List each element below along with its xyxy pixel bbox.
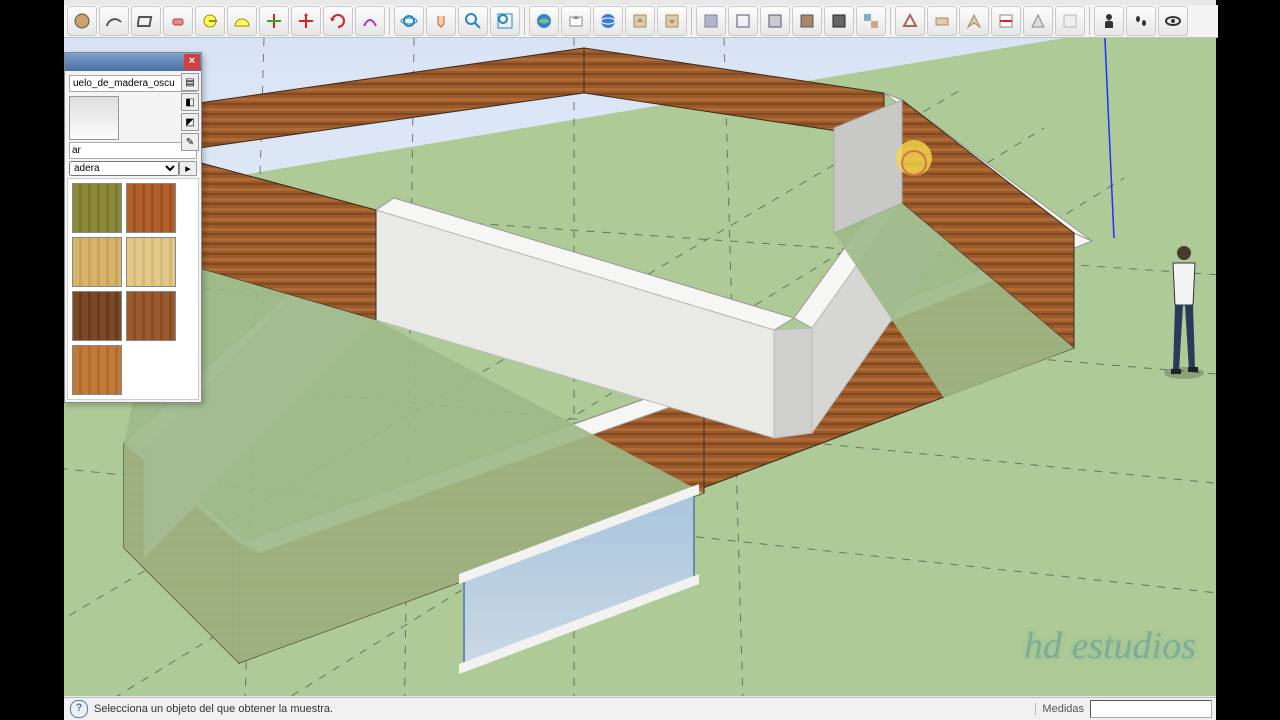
shaded-icon	[766, 12, 784, 30]
export-icon	[663, 12, 681, 30]
shaded-textures-icon	[798, 12, 816, 30]
eye-button[interactable]	[1158, 6, 1188, 36]
axes-icon	[265, 12, 283, 30]
arc-button[interactable]	[99, 6, 129, 36]
tape-icon	[201, 12, 219, 30]
monochrome-icon	[830, 12, 848, 30]
materials-panel[interactable]: × uelo_de_madera_oscu ▤ ◧ ◩ ✎ ar adera ▸	[64, 52, 202, 403]
fog-icon	[1061, 12, 1079, 30]
eye-icon	[1164, 12, 1182, 30]
rectangle-icon	[137, 12, 155, 30]
material-category-select[interactable]: adera	[69, 161, 179, 176]
hidden-line-button[interactable]	[728, 6, 758, 36]
shaded-button[interactable]	[760, 6, 790, 36]
swatch-wood-oak[interactable]	[72, 345, 122, 395]
panel-titlebar[interactable]: ×	[65, 53, 201, 71]
section-button[interactable]	[991, 6, 1021, 36]
shadows-button[interactable]	[1023, 6, 1053, 36]
rectangle-button[interactable]	[131, 6, 161, 36]
walk-icon	[965, 12, 983, 30]
zoom-icon	[464, 12, 482, 30]
walk-button[interactable]	[959, 6, 989, 36]
material-swatches	[67, 178, 199, 400]
zoom-extents-button[interactable]	[490, 6, 520, 36]
look-around-icon	[933, 12, 951, 30]
pan-button[interactable]	[426, 6, 456, 36]
look-around-button[interactable]	[927, 6, 957, 36]
zoom-button[interactable]	[458, 6, 488, 36]
swatch-wood-teak[interactable]	[126, 291, 176, 341]
follow-me-button[interactable]	[355, 6, 385, 36]
styles-button[interactable]	[856, 6, 886, 36]
swatch-wood-walnut[interactable]	[72, 291, 122, 341]
help-icon[interactable]: ?	[70, 700, 88, 718]
zoom-extents-icon	[496, 12, 514, 30]
monochrome-button[interactable]	[824, 6, 854, 36]
person-button[interactable]	[1094, 6, 1124, 36]
orbit-icon	[400, 12, 418, 30]
orbit-button[interactable]	[394, 6, 424, 36]
eraser-icon	[169, 12, 187, 30]
swatch-wood-pine[interactable]	[72, 237, 122, 287]
position-camera-button[interactable]	[895, 6, 925, 36]
export-button[interactable]	[657, 6, 687, 36]
protractor-icon	[233, 12, 251, 30]
share-icon	[567, 12, 585, 30]
get-models-icon	[535, 12, 553, 30]
pan-icon	[432, 12, 450, 30]
status-hint: Selecciona un objeto del que obtener la …	[94, 703, 1035, 715]
library-nav-button[interactable]: ▸	[179, 161, 197, 176]
panel-title-text	[69, 56, 72, 67]
styles-icon	[862, 12, 880, 30]
swatch-wood-cherry[interactable]	[126, 183, 176, 233]
google-earth-icon	[599, 12, 617, 30]
rotate-icon	[329, 12, 347, 30]
footprints-button[interactable]	[1126, 6, 1156, 36]
tape-button[interactable]	[195, 6, 225, 36]
swatch-wood-olive[interactable]	[72, 183, 122, 233]
shadows-icon	[1029, 12, 1047, 30]
rotate-button[interactable]	[323, 6, 353, 36]
xray-icon	[702, 12, 720, 30]
section-icon	[997, 12, 1015, 30]
eraser-button[interactable]	[163, 6, 193, 36]
hidden-line-icon	[734, 12, 752, 30]
close-icon[interactable]: ×	[184, 54, 200, 70]
follow-me-icon	[361, 12, 379, 30]
circle-button[interactable]	[67, 6, 97, 36]
material-preview	[69, 96, 119, 140]
measurements-label: Medidas	[1035, 703, 1090, 715]
get-models-button[interactable]	[529, 6, 559, 36]
current-material-name: uelo_de_madera_oscu	[69, 75, 197, 92]
import-icon	[631, 12, 649, 30]
viewport-3d[interactable]: hd estudios	[64, 38, 1216, 696]
fog-button[interactable]	[1055, 6, 1085, 36]
footprints-icon	[1132, 12, 1150, 30]
status-bar: ? Selecciona un objeto del que obtener l…	[64, 697, 1216, 720]
app-window: hd estudios × uelo_de_madera_oscu ▤ ◧ ◩ …	[64, 0, 1216, 720]
arc-icon	[105, 12, 123, 30]
paint-bucket-icon[interactable]: ◧	[181, 93, 199, 111]
create-material-button[interactable]: ▤	[181, 73, 199, 91]
xray-button[interactable]	[696, 6, 726, 36]
person-icon	[1100, 12, 1118, 30]
position-camera-icon	[901, 12, 919, 30]
shaded-textures-button[interactable]	[792, 6, 822, 36]
protractor-button[interactable]	[227, 6, 257, 36]
axes-button[interactable]	[259, 6, 289, 36]
google-earth-button[interactable]	[593, 6, 623, 36]
measurements-input[interactable]	[1090, 700, 1212, 718]
main-toolbar	[64, 5, 1218, 38]
eyedropper-icon[interactable]: ✎	[181, 133, 199, 151]
scene-svg	[64, 38, 1216, 696]
swatch-wood-light[interactable]	[126, 237, 176, 287]
tab-select[interactable]: ar	[69, 142, 197, 159]
share-button[interactable]	[561, 6, 591, 36]
default-material-button[interactable]: ◩	[181, 113, 199, 131]
move-button[interactable]	[291, 6, 321, 36]
import-button[interactable]	[625, 6, 655, 36]
move-icon	[297, 12, 315, 30]
circle-icon	[73, 12, 91, 30]
